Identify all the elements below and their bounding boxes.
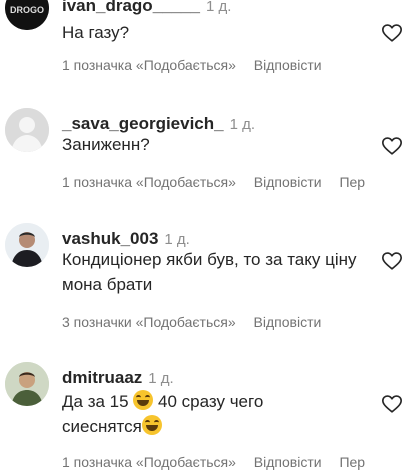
username-text[interactable]: vashuk_003	[62, 229, 158, 248]
heart-outline-icon[interactable]	[381, 22, 403, 44]
comment-text: Кондиціонер якби був, то за таку ціну мо…	[62, 250, 357, 294]
comment-time: 1 д.	[164, 231, 190, 248]
comment-time: 1 д.	[148, 370, 174, 387]
username-text[interactable]: ivan_drago_____	[62, 0, 200, 15]
avatar[interactable]	[5, 362, 49, 406]
comment-actions: 1 позначка «Подобається» Відповісти	[62, 57, 336, 73]
comment-username[interactable]: ivan_drago_____ 1 д.	[62, 0, 231, 16]
avatar[interactable]	[5, 223, 49, 267]
username-text[interactable]: dmitruaaz	[62, 368, 142, 387]
avatar[interactable]	[5, 108, 49, 152]
comment-actions: 1 позначка «Подобається» Відповісти Пер	[62, 174, 379, 190]
heart-outline-icon[interactable]	[381, 250, 403, 272]
username-text[interactable]: _sava_georgievich_	[62, 114, 224, 133]
comment-item: vashuk_003 1 д. Кондиціонер якби був, то …	[0, 223, 411, 341]
grinning-face-with-sweat-emoji	[133, 390, 154, 410]
comment-text: Да за 15 40 сразу чего сиеснятся	[62, 389, 312, 439]
comment-item: _sava_georgievich_ 1 д. Заниженн? 1 позна…	[0, 108, 411, 226]
grinning-face-with-sweat-emoji	[141, 415, 162, 435]
avatar-photo-icon	[5, 223, 49, 267]
heart-outline-icon[interactable]	[381, 135, 403, 157]
reply-button[interactable]: Відповісти	[254, 454, 322, 470]
comment-time: 1 д.	[205, 0, 232, 15]
avatar-logo-icon: DROGO	[5, 0, 49, 30]
comment-text: Заниженн?	[62, 135, 150, 154]
reply-button[interactable]: Відповісти	[254, 314, 322, 330]
svg-text:DROGO: DROGO	[10, 5, 44, 15]
comment-username[interactable]: vashuk_003 1 д.	[62, 229, 190, 249]
reply-button[interactable]: Відповісти	[254, 174, 322, 190]
comment-actions: 3 позначки «Подобається» Відповісти	[62, 314, 335, 330]
translate-button[interactable]: Пер	[339, 454, 365, 470]
comment-item: dmitruaaz 1 д. Да за 15 40 сразу чего сие…	[0, 362, 411, 476]
likes-count[interactable]: 1 позначка «Подобається»	[62, 454, 236, 470]
heart-outline-icon[interactable]	[381, 393, 403, 415]
comment-item: DROGO ivan_drago_____ 1 д. На газу? 1 поз…	[0, 0, 411, 104]
avatar-photo-icon	[5, 362, 49, 406]
comment-time: 1 д.	[229, 116, 256, 133]
comment-username[interactable]: dmitruaaz 1 д.	[62, 368, 174, 388]
comment-text-part: Да за 15	[62, 392, 134, 411]
reply-button[interactable]: Відповісти	[254, 57, 322, 73]
comment-username[interactable]: _sava_georgievich_ 1 д.	[62, 114, 255, 134]
likes-count[interactable]: 1 позначка «Подобається»	[62, 174, 236, 190]
likes-count[interactable]: 3 позначки «Подобається»	[62, 314, 236, 330]
translate-button[interactable]: Пер	[339, 174, 365, 190]
avatar[interactable]: DROGO	[5, 0, 49, 30]
default-avatar-icon	[5, 108, 49, 152]
likes-count[interactable]: 1 позначка «Подобається»	[62, 57, 236, 73]
comment-text: На газу?	[62, 23, 130, 42]
comment-actions: 1 позначка «Подобається» Відповісти Пер	[62, 454, 379, 470]
